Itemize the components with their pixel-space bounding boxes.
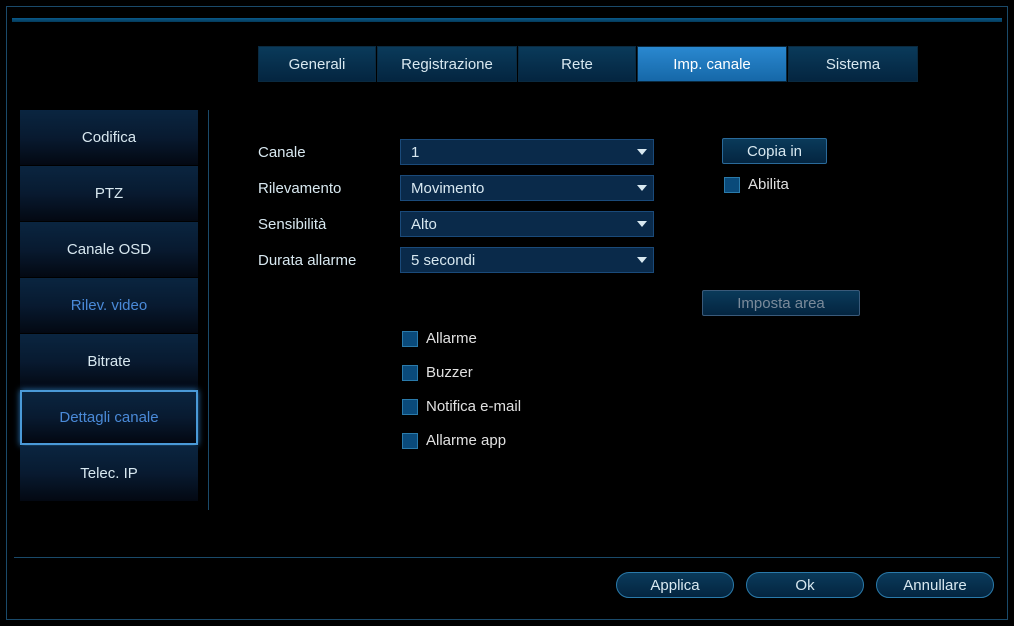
chevron-down-icon [637, 149, 647, 155]
label-canale: Canale [258, 144, 400, 161]
tab-imp-canale[interactable]: Imp. canale [637, 46, 787, 82]
select-canale[interactable]: 1 [400, 139, 654, 165]
checkbox-buzzer[interactable]: Buzzer [402, 364, 473, 381]
checkbox-icon [402, 433, 418, 449]
checkbox-notifica-email[interactable]: Notifica e-mail [402, 398, 521, 415]
sidebar-item-dettagli-canale[interactable]: Dettagli canale [20, 390, 198, 445]
row-rilevamento: Rilevamento Movimento [258, 174, 654, 202]
label-sensibilita: Sensibilità [258, 216, 400, 233]
ok-button[interactable]: Ok [746, 572, 864, 598]
chevron-down-icon [637, 257, 647, 263]
label-rilevamento: Rilevamento [258, 180, 400, 197]
select-canale-value: 1 [411, 144, 419, 161]
sidebar-item-ptz[interactable]: PTZ [20, 166, 198, 221]
select-sensibilita-value: Alto [411, 216, 437, 233]
tab-registrazione[interactable]: Registrazione [377, 46, 517, 82]
tab-sistema[interactable]: Sistema [788, 46, 918, 82]
top-accent-bar [12, 18, 1002, 22]
sidebar-item-bitrate[interactable]: Bitrate [20, 334, 198, 389]
copia-in-button[interactable]: Copia in [722, 138, 827, 164]
select-rilevamento[interactable]: Movimento [400, 175, 654, 201]
imposta-area-button[interactable]: Imposta area [702, 290, 860, 316]
checkbox-buzzer-label: Buzzer [426, 364, 473, 381]
bottom-button-bar: Applica Ok Annullare [616, 572, 994, 598]
chevron-down-icon [637, 185, 647, 191]
sidebar-item-rilev-video[interactable]: Rilev. video [20, 278, 198, 333]
select-durata-value: 5 secondi [411, 252, 475, 269]
form-area: Canale 1 Rilevamento Movimento Sensibili… [258, 138, 654, 282]
checkbox-icon [402, 331, 418, 347]
checkbox-abilita[interactable]: Abilita [724, 176, 789, 193]
checkbox-icon [724, 177, 740, 193]
bottom-divider [14, 557, 1000, 558]
checkbox-icon [402, 399, 418, 415]
row-canale: Canale 1 [258, 138, 654, 166]
checkbox-icon [402, 365, 418, 381]
checkbox-allarme-app[interactable]: Allarme app [402, 432, 506, 449]
row-sensibilita: Sensibilità Alto [258, 210, 654, 238]
sidebar-divider [208, 110, 209, 510]
checkbox-allarme-label: Allarme [426, 330, 477, 347]
checkbox-allarme[interactable]: Allarme [402, 330, 477, 347]
applica-button[interactable]: Applica [616, 572, 734, 598]
checkbox-abilita-label: Abilita [748, 176, 789, 193]
tab-rete[interactable]: Rete [518, 46, 636, 82]
row-durata: Durata allarme 5 secondi [258, 246, 654, 274]
chevron-down-icon [637, 221, 647, 227]
select-durata[interactable]: 5 secondi [400, 247, 654, 273]
annullare-button[interactable]: Annullare [876, 572, 994, 598]
select-sensibilita[interactable]: Alto [400, 211, 654, 237]
sidebar-item-telec-ip[interactable]: Telec. IP [20, 446, 198, 501]
tab-generali[interactable]: Generali [258, 46, 376, 82]
sidebar: Codifica PTZ Canale OSD Rilev. video Bit… [20, 110, 198, 502]
top-tabs: Generali Registrazione Rete Imp. canale … [258, 46, 918, 82]
label-durata: Durata allarme [258, 252, 400, 269]
checkbox-app-label: Allarme app [426, 432, 506, 449]
sidebar-item-codifica[interactable]: Codifica [20, 110, 198, 165]
checkbox-email-label: Notifica e-mail [426, 398, 521, 415]
select-rilevamento-value: Movimento [411, 180, 484, 197]
sidebar-item-canale-osd[interactable]: Canale OSD [20, 222, 198, 277]
